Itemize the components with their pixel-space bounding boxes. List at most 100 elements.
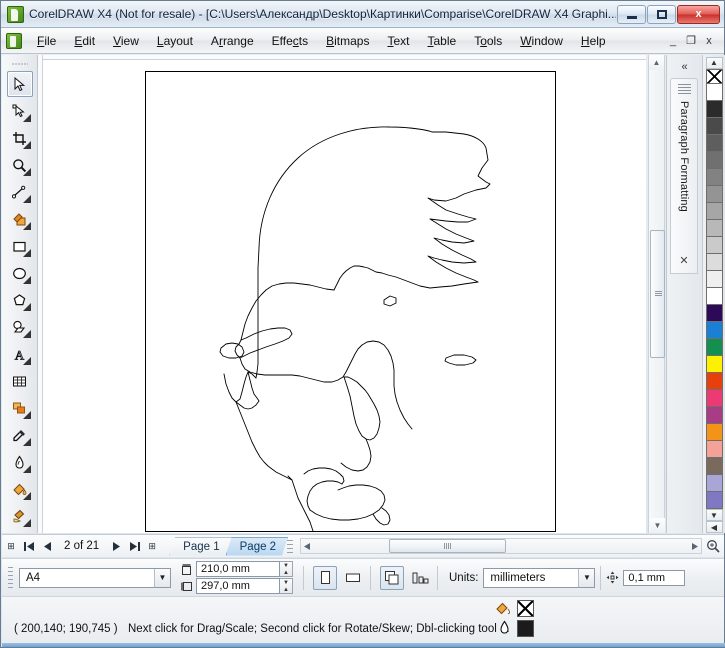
docker-close-button[interactable]: ✕ <box>679 254 688 267</box>
zoom-tool[interactable] <box>7 152 33 178</box>
palette-swatch[interactable] <box>706 220 723 237</box>
toolbox-grip[interactable] <box>11 59 28 68</box>
palette-scroll-start-button[interactable]: ◀ <box>706 521 723 533</box>
menu-layout[interactable]: Layout <box>148 30 202 52</box>
menu-edit[interactable]: Edit <box>65 30 104 52</box>
palette-swatch[interactable] <box>706 458 723 475</box>
menu-text[interactable]: Text <box>378 30 418 52</box>
palette-scroll-down-button[interactable]: ▼ <box>706 509 723 521</box>
shape-tool[interactable] <box>7 98 33 124</box>
palette-swatch[interactable] <box>706 84 723 101</box>
page-height-stepper[interactable]: ▼ ▲ <box>280 578 293 594</box>
fill-tool[interactable] <box>7 476 33 502</box>
flyout-arrow-icon[interactable] <box>23 492 31 500</box>
all-pages-button[interactable] <box>380 566 404 590</box>
portrait-orientation-button[interactable] <box>313 566 337 590</box>
hscroll-left-button[interactable] <box>301 539 314 553</box>
palette-swatch[interactable] <box>706 101 723 118</box>
flyout-arrow-icon[interactable] <box>23 303 31 311</box>
palette-swatch[interactable] <box>706 322 723 339</box>
stepper-down-icon[interactable]: ▼ <box>280 562 292 569</box>
flyout-arrow-icon[interactable] <box>23 276 31 284</box>
stepper-down-icon[interactable]: ▼ <box>280 579 292 586</box>
fill-color-swatch[interactable] <box>517 600 534 617</box>
palette-swatch[interactable] <box>706 254 723 271</box>
palette-swatch[interactable] <box>706 169 723 186</box>
first-page-button[interactable] <box>21 538 37 554</box>
table-tool[interactable] <box>7 368 33 394</box>
last-page-button[interactable] <box>126 538 142 554</box>
interactive-fill-tool[interactable] <box>7 503 33 529</box>
close-button[interactable]: x <box>677 5 720 24</box>
vertical-scroll-thumb[interactable] <box>650 230 665 358</box>
nudge-offset-input[interactable]: 0,1 mm <box>623 570 685 586</box>
page-tabs-splitter[interactable] <box>287 540 293 553</box>
palette-swatch[interactable] <box>706 407 723 424</box>
palette-swatch[interactable] <box>706 390 723 407</box>
palette-swatch[interactable] <box>706 135 723 152</box>
doc-minimize-button[interactable]: _ <box>664 32 682 50</box>
menu-file[interactable]: File <box>28 30 65 52</box>
property-bar-grip[interactable] <box>8 567 13 589</box>
palette-swatch[interactable] <box>706 237 723 254</box>
palette-swatch[interactable] <box>706 356 723 373</box>
horizontal-scroll-thumb[interactable] <box>389 539 506 553</box>
text-tool[interactable]: A <box>7 341 33 367</box>
scroll-down-button[interactable]: ▼ <box>650 518 665 533</box>
basic-shapes-tool[interactable] <box>7 314 33 340</box>
palette-swatch[interactable] <box>706 152 723 169</box>
current-page-button[interactable] <box>408 566 432 590</box>
page-tab-2[interactable]: Page 2 <box>226 537 288 556</box>
doc-restore-button[interactable]: ❐ <box>682 32 700 50</box>
palette-swatch[interactable] <box>706 186 723 203</box>
flyout-arrow-icon[interactable] <box>23 114 31 122</box>
outline-color-swatch[interactable] <box>517 620 534 637</box>
palette-swatch[interactable] <box>706 373 723 390</box>
menu-tools[interactable]: Tools <box>465 30 511 52</box>
stepper-up-icon[interactable]: ▲ <box>280 569 292 576</box>
palette-swatch[interactable] <box>706 203 723 220</box>
flyout-arrow-icon[interactable] <box>23 438 31 446</box>
palette-swatch[interactable] <box>706 492 723 509</box>
insert-page-after-button[interactable]: ⊞ <box>144 538 160 554</box>
flyout-arrow-icon[interactable] <box>23 195 31 203</box>
insert-page-before-button[interactable]: ⊞ <box>3 538 19 554</box>
blend-tool[interactable] <box>7 395 33 421</box>
palette-swatch[interactable] <box>706 441 723 458</box>
rectangle-tool[interactable] <box>7 233 33 259</box>
swatch-no-color[interactable] <box>706 69 723 84</box>
paper-size-combo[interactable]: A4 ▼ <box>19 568 171 588</box>
doc-close-button[interactable]: x <box>700 32 718 50</box>
freehand-tool[interactable] <box>7 179 33 205</box>
docker-tab-paragraph-formatting[interactable]: Paragraph Formatting ✕ <box>670 78 698 274</box>
flyout-arrow-icon[interactable] <box>23 168 31 176</box>
vector-artwork[interactable] <box>146 72 555 531</box>
stepper-up-icon[interactable]: ▲ <box>280 586 292 593</box>
flyout-arrow-icon[interactable] <box>23 411 31 419</box>
minimize-button[interactable] <box>617 5 646 24</box>
smart-fill-tool[interactable] <box>7 206 33 232</box>
drawing-canvas[interactable] <box>43 60 646 533</box>
maximize-button[interactable] <box>647 5 676 24</box>
docker-grip[interactable] <box>678 84 691 95</box>
palette-swatch[interactable] <box>706 118 723 135</box>
flyout-arrow-icon[interactable] <box>23 357 31 365</box>
landscape-orientation-button[interactable] <box>341 566 365 590</box>
flyout-arrow-icon[interactable] <box>23 465 31 473</box>
palette-swatch[interactable] <box>706 424 723 441</box>
flyout-arrow-icon[interactable] <box>23 330 31 338</box>
docker-collapse-button[interactable]: « <box>676 58 694 76</box>
menu-bitmaps[interactable]: Bitmaps <box>317 30 378 52</box>
pick-tool[interactable] <box>7 71 33 97</box>
page-width-input[interactable]: 210,0 mm <box>196 561 280 577</box>
palette-swatch[interactable] <box>706 475 723 492</box>
zoom-icon[interactable] <box>704 537 722 555</box>
flyout-arrow-icon[interactable] <box>23 141 31 149</box>
ellipse-tool[interactable] <box>7 260 33 286</box>
palette-swatch[interactable] <box>706 305 723 322</box>
menu-arrange[interactable]: Arrange <box>202 30 263 52</box>
page-width-stepper[interactable]: ▼ ▲ <box>280 561 293 577</box>
next-page-button[interactable] <box>108 538 124 554</box>
scroll-up-button[interactable]: ▲ <box>649 55 664 70</box>
palette-scroll-up-button[interactable]: ▲ <box>706 57 723 69</box>
